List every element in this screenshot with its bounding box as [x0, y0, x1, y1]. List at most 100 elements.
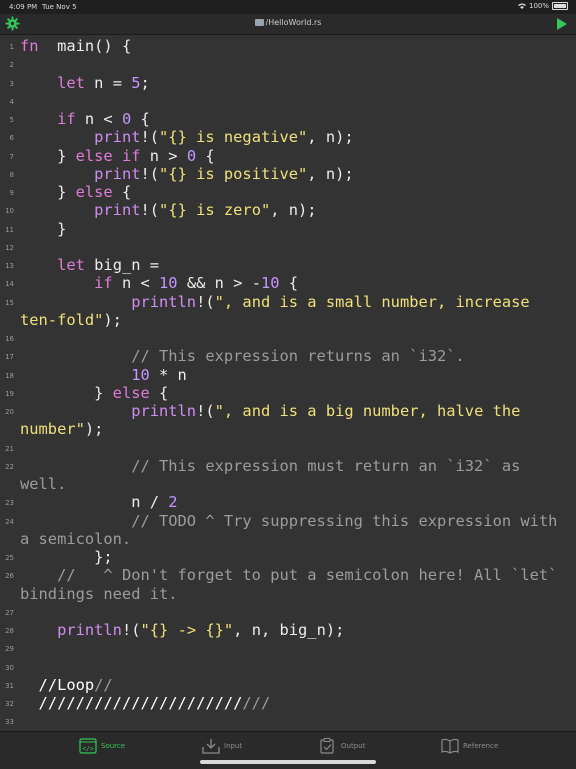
code-text: a semicolon. [20, 530, 131, 548]
code-token: 10 [131, 365, 150, 384]
code-text: }; [20, 548, 113, 566]
code-line[interactable]: number"); [0, 420, 576, 438]
code-text: ten-fold"); [20, 311, 122, 329]
code-token: number" [20, 420, 85, 439]
code-line[interactable]: 8 print!("{} is positive", n); [0, 165, 576, 183]
code-line[interactable]: 11 } [0, 220, 576, 238]
code-token: "{} is positive" [159, 164, 308, 183]
code-token: main() { [38, 37, 132, 55]
tab-source[interactable]: </> Source [79, 738, 125, 754]
tab-output[interactable]: Output [319, 738, 365, 754]
code-line[interactable]: 24 // TODO ^ Try suppressing this expres… [0, 512, 576, 530]
code-line[interactable]: 29 [0, 639, 576, 657]
input-icon [202, 739, 220, 754]
code-line[interactable]: bindings need it. [0, 585, 576, 603]
code-line[interactable]: 18 10 * n [0, 366, 576, 384]
code-token: print [94, 164, 141, 183]
book-icon [441, 738, 459, 754]
code-text: let big_n = [20, 256, 159, 274]
code-line[interactable]: 9 } else { [0, 183, 576, 201]
code-token: !( [140, 164, 160, 183]
code-token: !( [196, 292, 215, 311]
code-line[interactable]: 33 [0, 712, 576, 730]
code-line[interactable]: 22 // This expression must return an `i3… [0, 457, 576, 475]
code-line[interactable]: 23 n / 2 [0, 493, 576, 511]
tab-input[interactable]: Input [202, 738, 242, 754]
code-token: * n [149, 365, 187, 384]
code-line[interactable]: 28 println!("{} -> {}", n, big_n); [0, 621, 576, 639]
code-line[interactable]: 5 if n < 0 { [0, 110, 576, 128]
code-line[interactable]: 1 fn main() { [0, 37, 576, 55]
code-token: big_n = [84, 256, 160, 274]
code-line[interactable]: 2 [0, 55, 576, 73]
code-token: 10 [260, 274, 280, 293]
code-token: //Loop [38, 675, 95, 694]
code-token: n < [112, 274, 160, 293]
line-number: 3 [9, 79, 14, 88]
run-icon[interactable] [556, 17, 568, 31]
code-token: && n > - [177, 274, 261, 293]
code-token: { [279, 274, 299, 293]
code-token: !( [196, 402, 215, 420]
code-line[interactable]: 10 print!("{} is zero", n); [0, 201, 576, 219]
code-line[interactable]: 4 [0, 92, 576, 110]
code-line[interactable]: 13 let big_n = [0, 256, 576, 274]
code-token: ; [140, 73, 150, 92]
code-line[interactable]: well. [0, 475, 576, 493]
code-line[interactable]: 31 //Loop// [0, 676, 576, 694]
code-token: n > [140, 146, 187, 165]
line-number: 22 [5, 462, 14, 471]
code-token: well. [20, 475, 67, 493]
code-line[interactable]: 17 // This expression returns an `i32`. [0, 347, 576, 365]
code-token: !( [121, 621, 141, 639]
code-text: // This expression returns an `i32`. [20, 347, 465, 365]
code-text: } else { [20, 384, 168, 402]
tab-input-label: Input [224, 742, 243, 750]
code-token: "{} -> {}" [140, 621, 234, 639]
code-line[interactable]: 25 }; [0, 548, 576, 566]
code-token: n = [84, 73, 132, 92]
line-number: 23 [5, 499, 14, 508]
code-line[interactable]: 15 println!(", and is a small number, in… [0, 293, 576, 311]
code-line[interactable]: 20 println!(", and is a big number, halv… [0, 402, 576, 420]
code-line[interactable]: 7 } else if n > 0 { [0, 147, 576, 165]
code-line[interactable]: 26 // ^ Don't forget to put a semicolon … [0, 566, 576, 584]
code-text: n / 2 [20, 493, 177, 512]
line-number: 30 [5, 663, 14, 672]
code-token: !( [140, 201, 160, 220]
battery-percent: 100% [528, 2, 549, 10]
code-token: if [57, 110, 76, 128]
line-number: 11 [5, 225, 14, 234]
tab-reference[interactable]: Reference [441, 738, 498, 754]
code-text: //Loop// [20, 676, 113, 694]
code-text: if n < 0 { [20, 110, 150, 128]
code-token: n / [20, 493, 169, 512]
code-line[interactable]: 19 } else { [0, 384, 576, 402]
code-text: 10 * n [20, 366, 187, 384]
file-title: /HelloWorld.rs [0, 18, 576, 27]
code-line[interactable]: 16 [0, 329, 576, 347]
code-token: , n); [270, 201, 317, 220]
code-token: // TODO ^ Try suppressing this expressio… [131, 511, 558, 530]
code-line[interactable]: a semicolon. [0, 530, 576, 548]
code-line[interactable]: 6 print!("{} is negative", n); [0, 128, 576, 146]
code-token: let [57, 256, 85, 274]
code-line[interactable]: 12 [0, 238, 576, 256]
code-text: } else if n > 0 { [20, 147, 215, 165]
code-line[interactable]: 30 [0, 658, 576, 676]
output-icon [320, 738, 334, 754]
code-line[interactable]: ten-fold"); [0, 311, 576, 329]
code-line[interactable]: 27 [0, 603, 576, 621]
code-line[interactable]: 14 if n < 10 && n > -10 { [0, 274, 576, 292]
code-token: ten-fold" [20, 310, 104, 329]
code-line[interactable]: 32 ///////////////////////// [0, 694, 576, 712]
code-line[interactable]: 3 let n = 5; [0, 74, 576, 92]
code-editor[interactable]: 1 fn main() {2 3 let n = 5; 4 5 if n < 0 {6 … [0, 35, 576, 731]
code-line[interactable]: 21 [0, 439, 576, 457]
